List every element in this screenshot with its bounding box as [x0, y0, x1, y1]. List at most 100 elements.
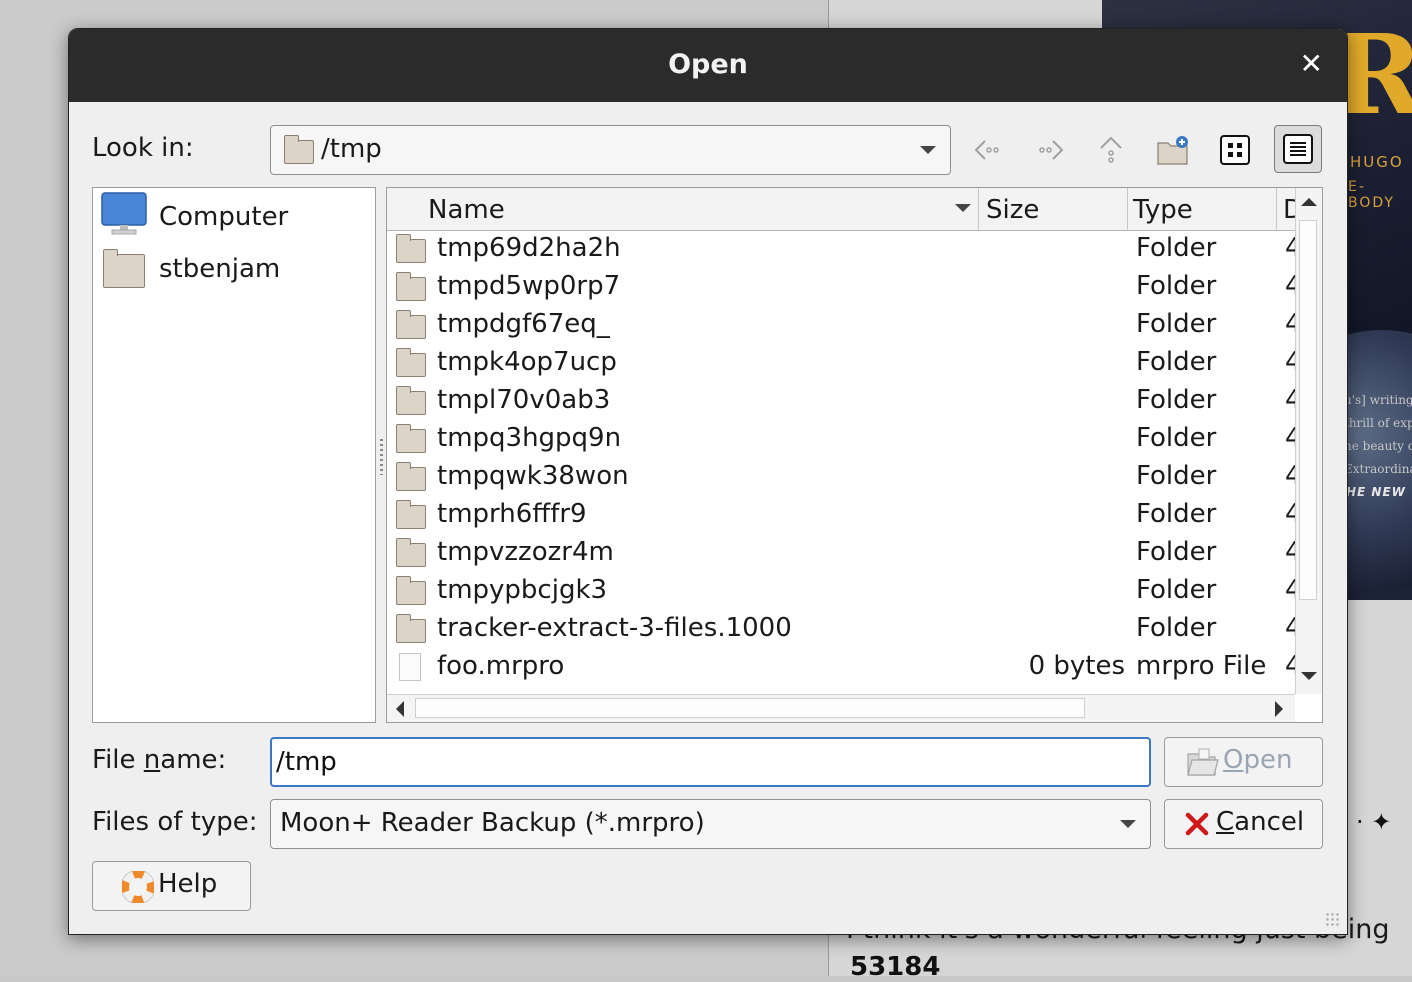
- file-row[interactable]: tmpvzzozr4m Folder 4: [387, 535, 1295, 573]
- file-date: 4: [1285, 385, 1295, 415]
- open-button-label: Open: [1223, 745, 1292, 775]
- file-row[interactable]: tmpypbcjgk3 Folder 4: [387, 573, 1295, 611]
- sidebar-splitter-handle[interactable]: [380, 439, 383, 475]
- file-date: 4: [1285, 309, 1295, 339]
- file-name-input[interactable]: [270, 737, 1151, 787]
- folder-icon: [396, 424, 426, 453]
- file-row[interactable]: tracker-extract-3-files.1000 Folder 4: [387, 611, 1295, 649]
- cover-quote-line: u's] writing: [1344, 393, 1412, 407]
- column-header-name[interactable]: Name: [387, 188, 979, 230]
- cancel-button-mnemonic: C: [1216, 807, 1235, 837]
- file-size: 0 bytes: [1028, 651, 1125, 681]
- folder-icon: [396, 538, 426, 567]
- scroll-left-icon[interactable]: [396, 701, 404, 717]
- parent-directory-icon: [1100, 136, 1122, 163]
- file-name: tmpl70v0ab3: [437, 385, 611, 415]
- column-header-label: Name: [428, 195, 505, 225]
- open-folder-icon: [1187, 748, 1219, 776]
- file-row[interactable]: foo.mrpro 0 bytes mrpro File 4: [387, 649, 1295, 687]
- scroll-right-icon[interactable]: [1275, 701, 1283, 717]
- cancel-button-label: Cancel: [1216, 807, 1304, 837]
- parent-directory-button[interactable]: [1087, 126, 1135, 174]
- file-type: Folder: [1136, 461, 1217, 491]
- cover-author: HUGO: [1350, 153, 1404, 171]
- new-folder-button[interactable]: [1149, 126, 1197, 174]
- detail-view-icon: [1283, 134, 1313, 164]
- folder-icon: [396, 386, 426, 415]
- file-date: 4: [1285, 651, 1295, 681]
- folder-icon: [396, 272, 426, 301]
- look-in-combo[interactable]: /tmp: [270, 125, 951, 175]
- open-button-mnemonic: O: [1223, 745, 1244, 775]
- file-type: Folder: [1136, 499, 1217, 529]
- detail-view-button[interactable]: [1274, 125, 1322, 173]
- file-name: tmpypbcjgk3: [437, 575, 608, 605]
- help-button[interactable]: Help: [92, 861, 251, 911]
- folder-icon: [284, 135, 314, 164]
- files-of-type-label: Files of type:: [92, 807, 258, 837]
- vertical-scroll-thumb[interactable]: [1299, 220, 1317, 600]
- file-name: foo.mrpro: [437, 651, 565, 681]
- file-type: Folder: [1136, 575, 1217, 605]
- folder-icon: [396, 576, 426, 605]
- cancel-button[interactable]: Cancel: [1164, 799, 1323, 849]
- file-row[interactable]: tmprh6fffr9 Folder 4: [387, 497, 1295, 535]
- file-date: 4: [1285, 499, 1295, 529]
- file-date: 4: [1285, 537, 1295, 567]
- column-header-type[interactable]: Type: [1128, 188, 1277, 230]
- forward-button[interactable]: [1025, 126, 1073, 174]
- cover-quote-source: HE NEW Y: [1346, 485, 1412, 499]
- files-of-type-value: Moon+ Reader Backup (*.mrpro): [280, 808, 705, 838]
- file-name: tmpd5wp0rp7: [437, 271, 621, 301]
- back-button[interactable]: [965, 126, 1013, 174]
- sidebar-item-label: Computer: [159, 202, 289, 232]
- dialog-titlebar[interactable]: Open ✕: [69, 29, 1347, 102]
- sidebar-item-computer[interactable]: Computer: [101, 192, 369, 240]
- file-name-label-mnemonic: n: [143, 745, 161, 775]
- vertical-scrollbar[interactable]: [1295, 188, 1322, 694]
- file-row[interactable]: tmpl70v0ab3 Folder 4: [387, 383, 1295, 421]
- icon-view-button[interactable]: [1211, 126, 1259, 174]
- file-name: tmpk4op7ucp: [437, 347, 617, 377]
- file-row[interactable]: tmpk4op7ucp Folder 4: [387, 345, 1295, 383]
- file-type: Folder: [1136, 271, 1217, 301]
- file-name-label: File name:: [92, 745, 226, 775]
- file-name: tmprh6fffr9: [437, 499, 587, 529]
- chevron-down-icon: [1120, 820, 1136, 828]
- file-name: tmp69d2ha2h: [437, 233, 621, 263]
- file-date: 4: [1285, 233, 1295, 263]
- file-row[interactable]: tmpq3hgpq9n Folder 4: [387, 421, 1295, 459]
- file-row[interactable]: tmp69d2ha2h Folder 4: [387, 231, 1295, 269]
- cover-quote-line: thrill of exp: [1344, 416, 1412, 430]
- sidebar-item-stbenjam[interactable]: stbenjam: [101, 244, 369, 292]
- files-of-type-combo[interactable]: Moon+ Reader Backup (*.mrpro): [270, 799, 1151, 849]
- sidebar-item-label: stbenjam: [159, 254, 281, 284]
- column-header-date[interactable]: D: [1277, 188, 1295, 230]
- scroll-up-icon[interactable]: [1301, 198, 1317, 206]
- column-header-size[interactable]: Size: [979, 188, 1128, 230]
- file-name: tmpdgf67eq_: [437, 309, 610, 339]
- file-row[interactable]: tmpdgf67eq_ Folder 4: [387, 307, 1295, 345]
- file-icon: [399, 653, 421, 681]
- horizontal-scroll-thumb[interactable]: [415, 698, 1085, 718]
- back-icon: [974, 140, 999, 160]
- help-button-label: Help: [158, 869, 218, 899]
- folder-icon: [396, 614, 426, 643]
- folder-icon: [103, 249, 145, 288]
- cover-subtitle: E-BODY: [1348, 179, 1395, 211]
- file-row[interactable]: tmpd5wp0rp7 Folder 4: [387, 269, 1295, 307]
- look-in-value: /tmp: [321, 134, 382, 164]
- cover-quote-line: he beauty o: [1344, 439, 1412, 453]
- help-lifebuoy-icon: [122, 871, 154, 903]
- close-icon[interactable]: ✕: [1300, 47, 1323, 80]
- look-in-label: Look in:: [92, 133, 194, 163]
- column-header-label: Type: [1133, 195, 1193, 225]
- open-button[interactable]: Open: [1164, 737, 1323, 787]
- column-header-label: Size: [986, 195, 1040, 225]
- folder-icon: [396, 500, 426, 529]
- horizontal-scrollbar[interactable]: [387, 694, 1295, 722]
- file-row[interactable]: tmpqwk38won Folder 4: [387, 459, 1295, 497]
- file-date: 4: [1285, 271, 1295, 301]
- resize-grip[interactable]: [1325, 912, 1341, 928]
- scroll-down-icon[interactable]: [1301, 672, 1317, 680]
